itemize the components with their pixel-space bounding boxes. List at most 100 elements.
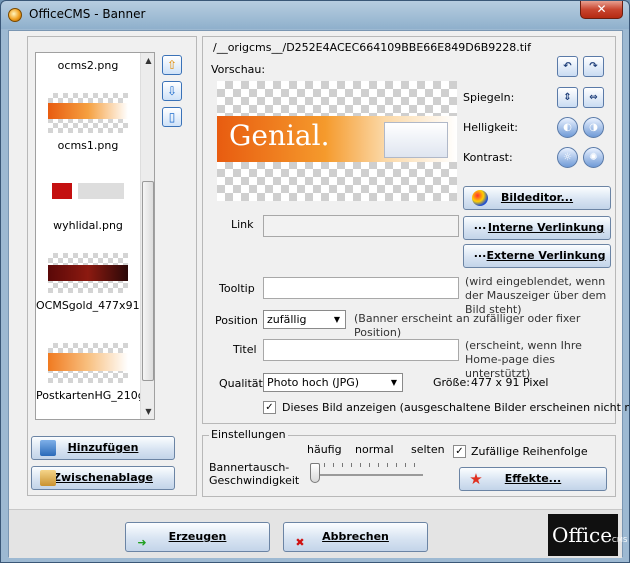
scroll-thumb[interactable]	[142, 181, 154, 381]
position-select[interactable]: zufällig ▼	[263, 310, 346, 329]
list-item[interactable]: OCMSgold_477x91.p	[36, 253, 140, 312]
mirror-label: Spiegeln:	[463, 91, 515, 104]
checkmark-icon: ✓	[455, 446, 464, 457]
quality-select[interactable]: Photo hoch (JPG) ▼	[263, 373, 403, 392]
arrow-up-icon: ⇧	[166, 58, 178, 72]
image-editor-label: Bildeditor...	[500, 191, 574, 204]
logo-sub: CMS	[612, 536, 628, 544]
random-order-checkbox[interactable]: ✓	[453, 445, 466, 458]
thumbnail-image	[48, 253, 128, 293]
window-title: OfficeCMS - Banner	[29, 7, 146, 21]
arrow-down-icon: ⇩	[166, 84, 178, 98]
external-link-button[interactable]: ... Externe Verlinkung	[463, 244, 611, 268]
thumbnail-label: PostkartenHG_210ge	[36, 389, 140, 402]
rotate-right-button[interactable]: ↷	[583, 56, 604, 77]
speed-label-line2: Geschwindigkeit	[209, 474, 300, 487]
speed-slider-track[interactable]	[315, 474, 423, 476]
move-down-button[interactable]: ⇩	[162, 81, 182, 101]
properties-button[interactable]: ▯	[162, 107, 182, 127]
list-item[interactable]: ocms1.png	[36, 93, 140, 152]
quality-value: Photo hoch (JPG)	[267, 376, 360, 389]
list-item[interactable]: wyhlidal.png	[36, 173, 140, 232]
document-icon: ▯	[168, 110, 176, 124]
add-button-label: Hinzufügen	[67, 441, 139, 454]
cancel-label: Abbrechen	[322, 530, 389, 543]
officecms-logo: OfficeCMS	[548, 514, 627, 556]
list-item[interactable]: ocms2.png	[36, 59, 140, 72]
ellipsis-icon: ...	[473, 219, 487, 232]
arrow-right-icon: ➜	[137, 536, 147, 549]
banner-properties-panel: /__origcms__/D252E4ACEC664109BBE66E849D6…	[202, 36, 629, 424]
move-up-button[interactable]: ⇧	[162, 55, 182, 75]
title-bar[interactable]: OfficeCMS - Banner ✕	[1, 1, 629, 29]
position-label: Position	[215, 314, 258, 327]
cancel-button[interactable]: ✖ Abbrechen	[283, 522, 428, 552]
create-button[interactable]: ➜ Erzeugen	[125, 522, 270, 552]
ellipsis-icon: ...	[473, 247, 487, 260]
show-image-checkbox[interactable]: ✓	[263, 401, 276, 414]
internal-link-label: Interne Verlinkung	[487, 221, 605, 234]
position-value: zufällig	[267, 313, 307, 326]
brightness-up-icon: ◑	[589, 122, 598, 133]
banner-text: Genial.	[229, 119, 330, 152]
contrast-down-icon: ☼	[563, 152, 572, 163]
palette-icon	[472, 190, 488, 206]
thumbnail-list[interactable]: ocms2.png ocms1.png wyhlidal.png OCMSgol…	[35, 52, 155, 420]
banner-screenshot-image	[384, 122, 448, 158]
tooltip-input[interactable]	[263, 277, 459, 299]
star-icon: ★	[469, 470, 483, 488]
contrast-down-button[interactable]: ☼	[557, 147, 578, 168]
speed-tick-normal: normal	[355, 443, 394, 456]
thumbnail-scrollbar[interactable]: ▲ ▼	[140, 53, 154, 419]
clipboard-icon	[40, 470, 56, 486]
tooltip-label: Tooltip	[219, 282, 255, 295]
scroll-down-icon[interactable]: ▼	[141, 404, 154, 419]
speed-tick-rare: selten	[411, 443, 445, 456]
file-path: /__origcms__/D252E4ACEC664109BBE66E849D6…	[213, 41, 531, 54]
mirror-horizontal-button[interactable]: ⇔	[583, 87, 604, 108]
title-label: Titel	[233, 343, 257, 356]
rotate-left-icon: ↶	[563, 61, 572, 72]
dialog-client: ocms2.png ocms1.png wyhlidal.png OCMSgol…	[8, 30, 629, 558]
external-link-label: Externe Verlinkung	[486, 249, 606, 262]
chevron-down-icon[interactable]: ▼	[329, 311, 345, 328]
link-field[interactable]	[263, 215, 459, 237]
checkmark-icon: ✓	[265, 402, 274, 413]
quality-label: Qualität	[219, 377, 263, 390]
thumbnail-label: OCMSgold_477x91.p	[36, 299, 140, 312]
image-editor-button[interactable]: Bildeditor...	[463, 186, 611, 210]
brightness-up-button[interactable]: ◑	[583, 117, 604, 138]
chevron-down-icon[interactable]: ▼	[386, 374, 402, 391]
scroll-up-icon[interactable]: ▲	[141, 53, 154, 68]
contrast-up-button[interactable]: ✺	[583, 147, 604, 168]
effects-label: Effekte...	[504, 472, 562, 485]
clipboard-button-label: Zwischenablage	[53, 471, 153, 484]
dialog-footer: ➜ Erzeugen ✖ Abbrechen OfficeCMS	[9, 509, 627, 558]
tooltip-hint: (wird eingeblendet, wenn der Mauszeiger …	[465, 275, 607, 316]
close-button[interactable]: ✕	[580, 1, 623, 19]
effects-button[interactable]: ★ Effekte...	[459, 467, 607, 491]
thumbnail-label: wyhlidal.png	[53, 219, 123, 232]
add-button[interactable]: Hinzufügen	[31, 436, 175, 460]
logo-text: Office	[552, 523, 613, 547]
list-item[interactable]: PostkartenHG_210ge	[36, 343, 140, 402]
size-label: Größe:	[433, 376, 470, 389]
speed-slider-thumb[interactable]	[310, 463, 320, 483]
mirror-vertical-button[interactable]: ⇕	[557, 87, 578, 108]
rotate-right-icon: ↷	[589, 61, 598, 72]
speed-slider-ticks	[315, 463, 423, 467]
show-image-label: Dieses Bild anzeigen (ausgeschaltene Bil…	[282, 401, 630, 414]
brightness-down-button[interactable]: ◐	[557, 117, 578, 138]
internal-link-button[interactable]: ... Interne Verlinkung	[463, 216, 611, 240]
contrast-label: Kontrast:	[463, 151, 513, 164]
contrast-up-icon: ✺	[589, 152, 598, 163]
rotate-left-button[interactable]: ↶	[557, 56, 578, 77]
banner-image: Genial.	[217, 116, 457, 162]
clipboard-button[interactable]: Zwischenablage	[31, 466, 175, 490]
title-input[interactable]	[263, 339, 459, 361]
size-value: 477 x 91 Pixel	[471, 376, 549, 389]
thumbnail-image	[48, 93, 128, 133]
folder-open-icon	[40, 440, 56, 456]
speed-tick-often: häufig	[307, 443, 342, 456]
thumbnail-image	[48, 173, 128, 213]
